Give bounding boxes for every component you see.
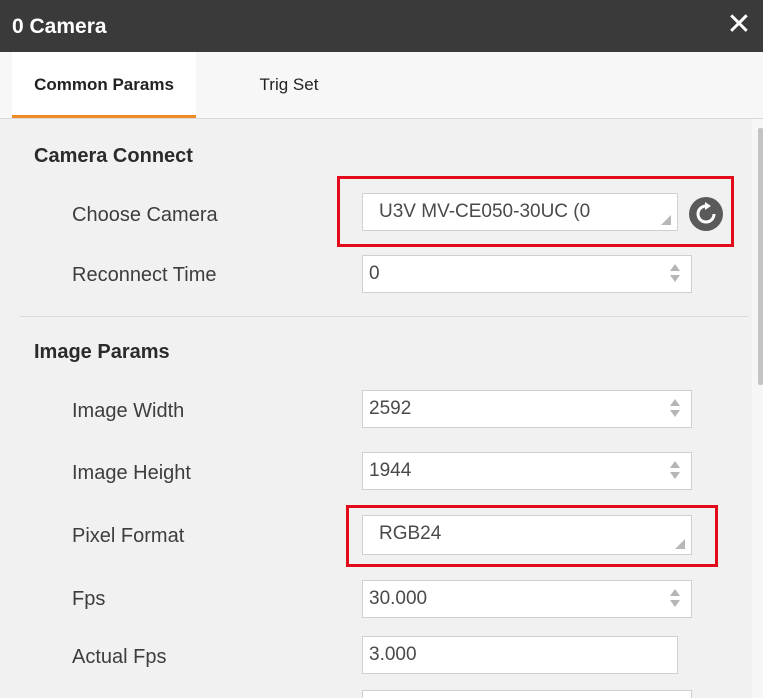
- image-width-input[interactable]: 2592: [362, 390, 692, 428]
- choose-camera-label: Choose Camera: [72, 204, 218, 226]
- section-title-image-params: Image Params: [34, 341, 170, 363]
- tab-trig-set[interactable]: Trig Set: [234, 52, 344, 118]
- reconnect-time-value: 0: [369, 263, 380, 284]
- image-height-value: 1944: [369, 460, 412, 481]
- reconnect-time-label: Reconnect Time: [72, 264, 217, 286]
- fps-input[interactable]: 30.000: [362, 580, 692, 618]
- image-width-label: Image Width: [72, 400, 185, 422]
- actual-fps-label: Actual Fps: [72, 646, 167, 668]
- image-height-label: Image Height: [72, 462, 191, 484]
- section-divider: [20, 316, 748, 317]
- image-height-input[interactable]: 1944: [362, 452, 692, 490]
- image-height-spinner[interactable]: [670, 459, 680, 483]
- next-field-partial[interactable]: [362, 690, 692, 698]
- section-title-camera-connect: Camera Connect: [34, 145, 193, 167]
- title-bar: 0 Camera ✕: [0, 0, 763, 52]
- reconnect-time-spinner[interactable]: [670, 262, 680, 286]
- actual-fps-field: 3.000: [362, 636, 678, 674]
- close-button[interactable]: ✕: [725, 8, 753, 42]
- tab-common-params[interactable]: Common Params: [12, 52, 196, 118]
- tab-bar: Common Params Trig Set: [0, 52, 763, 119]
- fps-label: Fps: [72, 588, 106, 610]
- highlight-box-camera: [337, 176, 734, 247]
- close-icon: ✕: [726, 8, 752, 41]
- highlight-box-pixel-format: [346, 505, 718, 567]
- scrollbar-thumb[interactable]: [758, 128, 763, 385]
- fps-value: 30.000: [369, 588, 428, 609]
- reconnect-time-input[interactable]: 0: [362, 255, 692, 293]
- window-title: 0 Camera: [12, 15, 107, 38]
- pixel-format-label: Pixel Format: [72, 525, 185, 547]
- actual-fps-value: 3.000: [369, 644, 417, 665]
- image-width-spinner[interactable]: [670, 397, 680, 421]
- image-width-value: 2592: [369, 398, 412, 419]
- fps-spinner[interactable]: [670, 587, 680, 611]
